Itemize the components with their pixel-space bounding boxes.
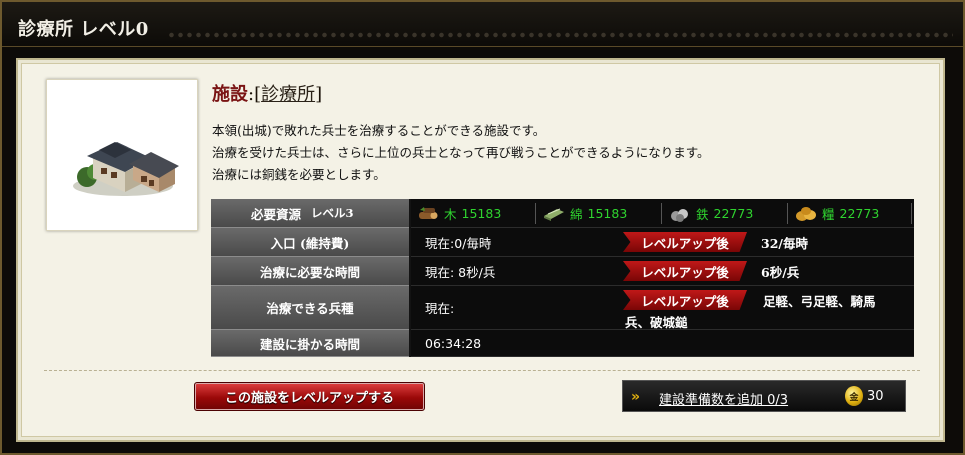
gold-coin-icon: 金 [845, 386, 863, 406]
row-value-population: 現在:0/毎時 レベルアップ後 32/毎時 [411, 228, 914, 257]
row-label-heal-time: 治療に必要な時間 [211, 257, 409, 286]
resource-name: 綿 [570, 207, 583, 222]
row-value-heal-time: 現在: 8秒/兵 レベルアップ後 6秒/兵 [411, 257, 914, 286]
description-line: 治療を受けた兵士は、さらに上位の兵士となって再び戦うことができるようになります。 [212, 145, 710, 160]
clinic-building-icon [73, 142, 179, 196]
add-build-queue-button[interactable]: » 建設準備数を追加 0/3 金 30 [622, 380, 906, 412]
page-title: 診療所 レベル0 [18, 19, 149, 40]
build-time-value: 06:34:28 [425, 335, 482, 351]
row-label-troop-types: 治療できる兵種 [211, 286, 409, 330]
description-line: 本領(出城)で敗れた兵士を治療することができる施設です。 [212, 123, 546, 138]
facility-info-table: 必要資源 レベル3 木 15183 綿 15183 鉄 22773 糧 2277… [211, 199, 914, 357]
facility-heading: 施設:[診療所] [212, 80, 322, 106]
facility-name-link[interactable]: 診療所 [261, 84, 315, 105]
resource-name: 木 [444, 207, 457, 222]
arrow-right-icon: » [631, 389, 641, 405]
resource-food: 糧 22773 [795, 203, 912, 224]
level-up-badge: レベルアップ後 [623, 232, 747, 252]
row-label-population: 入口 (維持費) [211, 228, 409, 257]
header-divider [2, 46, 963, 47]
divider [44, 370, 920, 371]
bracket-close: ] [315, 84, 323, 105]
facility-label: 施設 [212, 84, 248, 105]
iron-icon [671, 208, 688, 222]
cotton-icon [544, 208, 564, 221]
row-value-resources: 木 15183 綿 15183 鉄 22773 糧 22773 [411, 199, 914, 228]
table-row: 治療できる兵種 現在: レベルアップ後 足軽、弓足軽、騎馬 兵、破城鎚 [211, 286, 914, 330]
table-row: 必要資源 レベル3 木 15183 綿 15183 鉄 22773 糧 2277… [211, 199, 914, 228]
level-up-badge: レベルアップ後 [623, 261, 747, 281]
level-up-value: 足軽、弓足軽、騎馬 [763, 293, 876, 309]
facility-image [46, 79, 198, 231]
add-build-queue-link[interactable]: 建設準備数を追加 0/3 [659, 389, 788, 408]
bracket-open: :[ [248, 84, 262, 105]
current-value: 現在: [425, 301, 455, 316]
row-label-build-time: 建設に掛かる時間 [211, 330, 409, 357]
level-up-value: 32/毎時 [761, 235, 808, 251]
resource-cotton: 綿 15183 [543, 203, 662, 224]
resource-value: 22773 [713, 206, 754, 221]
resource-iron: 鉄 22773 [669, 203, 788, 224]
row-label-resources: 必要資源 レベル3 [211, 199, 409, 228]
table-row: 入口 (維持費) 現在:0/毎時 レベルアップ後 32/毎時 [211, 228, 914, 257]
resource-name: 鉄 [696, 207, 709, 222]
wood-icon [419, 206, 438, 219]
header-ornament [167, 31, 953, 39]
resource-name: 糧 [822, 207, 835, 222]
food-icon [796, 206, 816, 221]
resource-wood: 木 15183 [417, 203, 536, 224]
row-value-troop-types: 現在: レベルアップ後 足軽、弓足軽、騎馬 兵、破城鎚 [411, 286, 914, 330]
table-row: 建設に掛かる時間 06:34:28 [211, 330, 914, 357]
level-up-value: 6秒/兵 [761, 264, 800, 280]
header: 診療所 レベル0 [2, 2, 963, 47]
current-value: 現在: 8秒/兵 [425, 264, 496, 280]
description-line: 治療には銅銭を必要とします。 [212, 167, 386, 182]
level-up-badge: レベルアップ後 [623, 290, 747, 310]
resource-value: 15183 [587, 206, 628, 221]
level-up-button[interactable]: この施設をレベルアップする [194, 382, 425, 411]
current-value: 現在:0/毎時 [425, 235, 492, 251]
row-value-build-time: 06:34:28 [411, 330, 914, 357]
resource-value: 15183 [461, 206, 502, 221]
level-up-value-continued: 兵、破城鎚 [625, 315, 688, 330]
facility-description: 本領(出城)で敗れた兵士を治療することができる施設です。 治療を受けた兵士は、さ… [212, 120, 710, 186]
resource-value: 22773 [839, 206, 880, 221]
required-level: レベル3 [311, 206, 354, 220]
coin-cost: 30 [867, 389, 884, 404]
table-row: 治療に必要な時間 現在: 8秒/兵 レベルアップ後 6秒/兵 [211, 257, 914, 286]
